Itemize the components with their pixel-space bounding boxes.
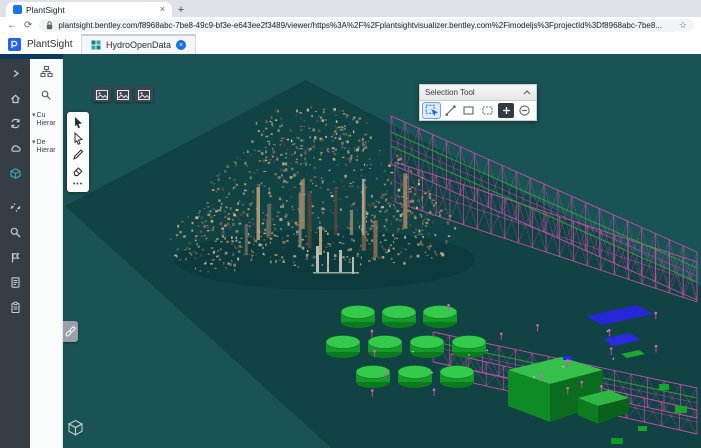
plus-icon xyxy=(502,107,510,114)
flag-icon xyxy=(11,253,20,263)
line-select-icon xyxy=(445,105,456,116)
fence-select-tool-button[interactable] xyxy=(67,130,89,146)
eraser-icon xyxy=(73,167,83,177)
image-icon xyxy=(117,89,129,100)
app-header: PlantSight HydroOpenData × xyxy=(0,33,701,55)
back-button[interactable]: ← xyxy=(7,20,17,31)
line-select-button[interactable] xyxy=(442,103,459,118)
selection-tool-titlebar[interactable]: Selection Tool xyxy=(419,84,537,101)
document-tab-label: HydroOpenData xyxy=(106,40,172,50)
plantsight-favicon xyxy=(13,5,22,14)
rail-cloud-button[interactable] xyxy=(0,136,30,161)
hierarchy-search-button[interactable] xyxy=(30,83,62,107)
rail-disconnect-button[interactable] xyxy=(0,195,30,220)
cursor-outline-icon xyxy=(74,131,84,145)
chevron-right-icon xyxy=(13,69,19,78)
browser-tab-strip: PlantSight × + xyxy=(0,0,701,17)
tree-item-label: De Hierar xyxy=(36,138,56,155)
circle-minus-icon xyxy=(519,105,530,116)
tab-close-icon[interactable]: × xyxy=(160,5,165,14)
saved-view-2-button[interactable] xyxy=(114,87,132,102)
selection-tool-title: Selection Tool xyxy=(425,88,475,97)
main-area: ▾ Cu Hierar ▾ De Hierar ••• Selection To… xyxy=(0,54,701,448)
box-select-icon xyxy=(463,106,474,115)
image-icon xyxy=(96,89,108,100)
home-icon xyxy=(10,94,20,104)
tree-item-default-hierarchy[interactable]: ▾ De Hierar xyxy=(30,134,62,161)
erase-tool-button[interactable] xyxy=(67,162,89,178)
select-tool-button[interactable] xyxy=(67,114,89,130)
cloud-icon xyxy=(10,145,21,152)
clipboard-icon xyxy=(10,301,20,314)
fence-select-icon xyxy=(482,106,493,115)
new-tab-button[interactable]: + xyxy=(172,2,190,17)
box-select-button[interactable] xyxy=(460,103,477,118)
hierarchy-view-button[interactable] xyxy=(30,59,62,83)
tree-item-current-hierarchy[interactable]: ▾ Cu Hierar xyxy=(30,107,62,134)
rail-home-button[interactable] xyxy=(0,86,30,111)
hierarchy-panel: ▾ Cu Hierar ▾ De Hierar xyxy=(30,59,63,448)
more-tools-button[interactable]: ••• xyxy=(73,178,83,190)
panel-header-bar xyxy=(0,54,63,59)
nav-rail xyxy=(0,59,30,448)
tree-item-label: Cu Hierar xyxy=(36,112,56,128)
saved-view-1-button[interactable] xyxy=(93,87,111,102)
lock-icon xyxy=(47,21,53,30)
selection-tool-panel: Selection Tool xyxy=(419,84,537,121)
image-icon xyxy=(138,89,150,100)
selection-tool-row xyxy=(419,101,537,121)
panel-link-toggle[interactable] xyxy=(63,321,78,342)
document-tab-close-icon[interactable]: × xyxy=(176,40,187,50)
pick-select-icon xyxy=(425,104,438,116)
rail-search-button[interactable] xyxy=(0,220,30,245)
rail-flag-button[interactable] xyxy=(0,245,30,270)
sync-icon xyxy=(10,118,20,129)
rail-report-button[interactable] xyxy=(0,295,30,320)
model-viewport[interactable]: ••• Selection Tool xyxy=(63,54,701,448)
rail-model-button[interactable] xyxy=(0,161,30,186)
pick-select-button[interactable] xyxy=(422,102,441,119)
search-icon xyxy=(41,90,51,100)
plantsight-logo xyxy=(8,37,21,51)
chevron-down-icon: ▾ xyxy=(32,112,36,119)
cursor-arrow-icon xyxy=(75,117,82,129)
search-gear-icon xyxy=(10,227,20,238)
nav-cube-icon xyxy=(67,419,84,436)
viewport-3d-scene[interactable] xyxy=(63,54,701,448)
add-select-button[interactable] xyxy=(497,103,515,118)
refresh-button[interactable]: ⟳ xyxy=(24,20,32,31)
remove-select-button[interactable] xyxy=(516,103,533,118)
bookmark-star-icon[interactable]: ☆ xyxy=(679,20,687,31)
pencil-icon xyxy=(73,149,84,160)
expand-rail-button[interactable] xyxy=(0,61,30,86)
document-tab-hydroopendata[interactable]: HydroOpenData × xyxy=(81,33,197,55)
nav-cube[interactable] xyxy=(66,418,85,442)
app-brand-name: PlantSight xyxy=(27,38,73,50)
model-cube-icon xyxy=(9,168,21,179)
hierarchy-icon xyxy=(39,65,53,77)
url-text: plantsight.bentley.com/f8968abc-7be8-49c… xyxy=(58,21,662,30)
browser-address-bar: ← ⟳ plantsight.bentley.com/f8968abc-7be8… xyxy=(0,17,701,35)
fence-select-button[interactable] xyxy=(479,103,496,118)
browser-tab[interactable]: PlantSight × xyxy=(6,2,172,17)
plantsight-logo-glyph xyxy=(11,40,18,48)
chain-link-icon xyxy=(65,326,76,337)
saved-views-toolbar xyxy=(93,87,153,102)
document-icon xyxy=(10,277,20,288)
rail-document-button[interactable] xyxy=(0,270,30,295)
browser-tab-title: PlantSight xyxy=(26,4,65,15)
rail-sync-button[interactable] xyxy=(0,111,30,136)
chevron-down-icon: ▾ xyxy=(32,138,36,146)
dataset-icon xyxy=(91,40,101,50)
broken-link-icon xyxy=(10,203,20,212)
saved-view-3-button[interactable] xyxy=(135,87,153,102)
collapse-chevron-icon[interactable] xyxy=(523,90,531,95)
url-omnibox[interactable]: plantsight.bentley.com/f8968abc-7be8-49c… xyxy=(39,19,694,32)
view-tool-palette: ••• xyxy=(67,112,89,192)
measure-tool-button[interactable] xyxy=(67,146,89,162)
